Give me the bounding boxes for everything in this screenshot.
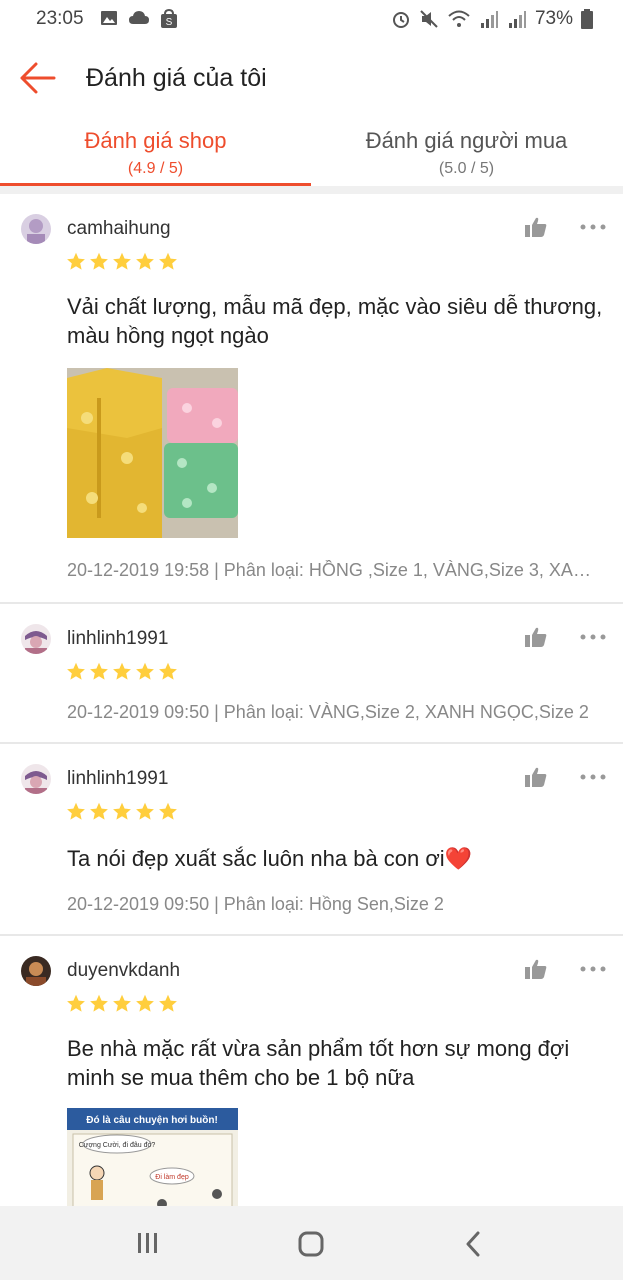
- tab-rating: (4.9 / 5): [127, 160, 184, 177]
- cloud-icon: [129, 11, 149, 24]
- star-icon: [159, 802, 177, 820]
- star-icon: [113, 994, 131, 1012]
- star-icon: [113, 802, 131, 820]
- star-icon: [90, 994, 108, 1012]
- app-header: Đánh giá của tôi: [0, 40, 623, 118]
- tab-buyer-reviews[interactable]: Đánh giá người mua (5.0 / 5): [311, 128, 622, 178]
- star-rating: [66, 252, 178, 271]
- back-nav-icon[interactable]: [464, 1231, 482, 1257]
- star-icon: [67, 252, 85, 270]
- recent-apps-icon[interactable]: [136, 1232, 160, 1254]
- review-item: linhlinh1991 20-12-2019 09:50 | Phân loạ…: [0, 604, 623, 744]
- review-photo[interactable]: [67, 368, 238, 538]
- signal-icon-2: [508, 11, 526, 28]
- more-options-icon[interactable]: [580, 774, 606, 780]
- battery-icon: [581, 9, 593, 29]
- comic-title: Đó là câu chuyện hơi buồn!: [86, 1114, 218, 1126]
- alarm-icon: [392, 12, 409, 28]
- avatar[interactable]: [21, 624, 51, 654]
- review-username[interactable]: duyenvkdanh: [67, 960, 180, 982]
- tab-shop-reviews[interactable]: Đánh giá shop (4.9 / 5): [0, 128, 311, 178]
- review-text: Vải chất lượng, mẫu mã đẹp, mặc vào siêu…: [67, 294, 603, 348]
- svg-text:S: S: [166, 17, 173, 28]
- mute-icon: [420, 10, 438, 28]
- avatar[interactable]: [21, 956, 51, 986]
- review-username[interactable]: camhaihung: [67, 218, 171, 240]
- signal-icon: [480, 11, 498, 28]
- review-username[interactable]: linhlinh1991: [67, 628, 168, 650]
- status-bar: 23:05 S 73%: [0, 0, 623, 40]
- comic-bubble-1: Cượng Cười, đi đâu đó?: [79, 1142, 156, 1149]
- tab-rating: (5.0 / 5): [438, 160, 495, 177]
- avatar[interactable]: [21, 214, 51, 244]
- star-icon: [136, 994, 154, 1012]
- review-text: Be nhà mặc rất vừa sản phẩm tốt hơn sự m…: [67, 1036, 570, 1090]
- divider: [0, 186, 623, 194]
- wifi-icon: [448, 10, 470, 27]
- comic-bubble-2: Đi làm đẹp: [155, 1174, 189, 1181]
- gallery-icon: [101, 11, 117, 25]
- star-icon: [159, 994, 177, 1012]
- star-rating: [66, 662, 178, 681]
- star-icon: [113, 662, 131, 680]
- star-icon: [136, 662, 154, 680]
- status-time: 23:05: [36, 8, 84, 29]
- system-nav-bar: [0, 1206, 623, 1280]
- star-rating: [66, 994, 178, 1013]
- home-icon[interactable]: [298, 1231, 324, 1257]
- star-icon: [90, 662, 108, 680]
- review-item: linhlinh1991 Ta nói đẹp xuất sắc luôn nh…: [0, 744, 623, 936]
- star-icon: [67, 994, 85, 1012]
- tab-bar: Đánh giá shop (4.9 / 5) Đánh giá người m…: [0, 118, 623, 188]
- review-list: camhaihung Vải chất lượng, mẫu mã đẹp, m…: [0, 194, 623, 1226]
- tab-label: Đánh giá người mua: [365, 128, 568, 153]
- shopping-icon: S: [161, 9, 177, 28]
- review-meta: 20-12-2019 09:50 | Phân loại: Hồng Sen,S…: [67, 894, 444, 914]
- thumbs-up-icon[interactable]: [524, 766, 548, 788]
- review-photo[interactable]: Đó là câu chuyện hơi buồn! Cượng Cười, đ…: [67, 1108, 238, 1208]
- thumbs-up-icon[interactable]: [524, 958, 548, 980]
- star-icon: [67, 802, 85, 820]
- review-meta: 20-12-2019 09:50 | Phân loại: VÀNG,Size …: [67, 702, 589, 722]
- tab-label: Đánh giá shop: [84, 128, 227, 153]
- star-icon: [90, 252, 108, 270]
- back-arrow-icon[interactable]: [18, 60, 58, 96]
- star-icon: [113, 252, 131, 270]
- review-item: camhaihung Vải chất lượng, mẫu mã đẹp, m…: [0, 194, 623, 604]
- page-title: Đánh giá của tôi: [86, 64, 267, 92]
- review-item: duyenvkdanh Be nhà mặc rất vừa sản phẩm …: [0, 936, 623, 1226]
- more-options-icon[interactable]: [580, 634, 606, 640]
- battery-percent: 73%: [534, 8, 573, 29]
- star-icon: [159, 252, 177, 270]
- review-meta: 20-12-2019 19:58 | Phân loại: HỒNG ,Size…: [67, 560, 599, 580]
- avatar[interactable]: [21, 764, 51, 794]
- thumbs-up-icon[interactable]: [524, 216, 548, 238]
- star-icon: [67, 662, 85, 680]
- star-rating: [66, 802, 178, 821]
- more-options-icon[interactable]: [580, 966, 606, 972]
- star-icon: [159, 662, 177, 680]
- star-icon: [90, 802, 108, 820]
- review-username[interactable]: linhlinh1991: [67, 768, 168, 790]
- review-text: Ta nói đẹp xuất sắc luôn nha bà con ơi❤️: [67, 846, 473, 871]
- thumbs-up-icon[interactable]: [524, 626, 548, 648]
- more-options-icon[interactable]: [580, 224, 606, 230]
- star-icon: [136, 802, 154, 820]
- star-icon: [136, 252, 154, 270]
